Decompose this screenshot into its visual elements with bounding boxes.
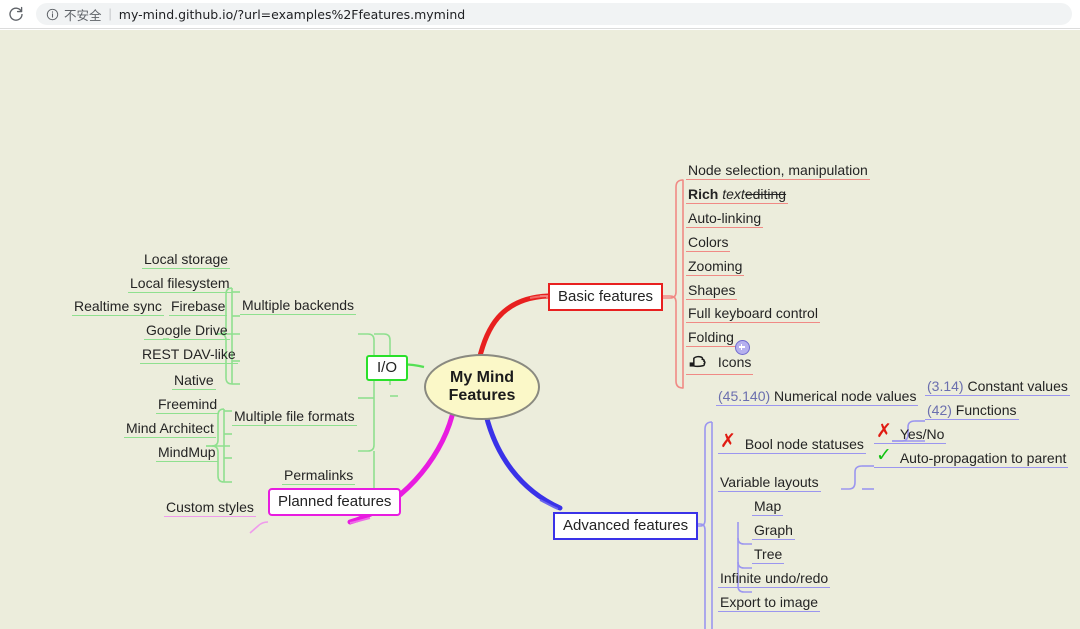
info-circle-icon[interactable]	[46, 8, 59, 21]
functions-value: (42)	[927, 402, 952, 418]
node-local-storage[interactable]: Local storage	[142, 252, 231, 269]
root-node[interactable]: My Mind Features	[424, 354, 540, 420]
node-tree[interactable]: Tree	[752, 547, 785, 564]
node-permalinks[interactable]: Permalinks	[282, 468, 356, 485]
node-multiple-file-formats[interactable]: Multiple file formats	[232, 409, 357, 426]
auto-propagation-label: Auto-propagation to parent	[899, 450, 1067, 466]
node-graph[interactable]: Graph	[752, 523, 795, 540]
node-map[interactable]: Map	[752, 499, 784, 516]
node-colors[interactable]: Colors	[686, 235, 731, 252]
rich-text-bold: Rich	[688, 186, 719, 202]
rich-text-italic: text	[722, 186, 745, 202]
node-realtime-sync[interactable]: Realtime sync	[72, 299, 164, 316]
rich-text-strike: editing	[744, 186, 787, 202]
node-rest-dav-like[interactable]: REST DAV-like	[140, 347, 238, 364]
yes-no-label: Yes/No	[899, 426, 945, 442]
node-variable-layouts[interactable]: Variable layouts	[718, 475, 821, 492]
node-folding[interactable]: Folding	[686, 330, 736, 347]
node-zooming[interactable]: Zooming	[686, 259, 745, 276]
node-advanced-features[interactable]: Advanced features	[553, 512, 699, 540]
collapse-expand-icon[interactable]	[735, 340, 750, 355]
node-custom-styles[interactable]: Custom styles	[164, 500, 256, 517]
node-auto-linking[interactable]: Auto-linking	[686, 211, 764, 228]
constant-values-label: Constant values	[967, 378, 1068, 394]
security-status-label: 不安全	[64, 7, 102, 23]
node-infinite-undo-redo[interactable]: Infinite undo/redo	[718, 571, 831, 588]
reload-button[interactable]	[2, 0, 30, 28]
node-yes-no[interactable]: ✗ Yes/No	[874, 422, 947, 444]
node-io[interactable]: I/O	[366, 355, 409, 381]
node-firebase[interactable]: Firebase	[169, 299, 228, 316]
node-rich-text-editing[interactable]: Rich textediting	[686, 186, 789, 204]
address-bar[interactable]: 不安全 | my-mind.github.io/?url=examples%2F…	[36, 3, 1072, 25]
numerical-node-values-label: Numerical node values	[774, 388, 917, 404]
node-mindmup[interactable]: MindMup	[156, 445, 218, 462]
check-mark-icon: ✓	[876, 444, 892, 466]
node-freemind[interactable]: Freemind	[156, 397, 220, 414]
browser-toolbar: 不安全 | my-mind.github.io/?url=examples%2F…	[0, 0, 1080, 29]
edge-planned-custom	[249, 521, 269, 534]
node-shapes[interactable]: Shapes	[686, 283, 738, 300]
node-google-drive[interactable]: Google Drive	[144, 323, 230, 340]
node-basic-features[interactable]: Basic features	[548, 283, 664, 311]
pointing-hand-icon	[688, 354, 708, 372]
root-node-line1: My Mind	[450, 368, 514, 386]
node-local-filesystem[interactable]: Local filesystem	[128, 276, 232, 293]
edge-root-advanced	[483, 412, 563, 511]
node-native[interactable]: Native	[172, 373, 216, 390]
node-icons[interactable]: Icons	[686, 353, 754, 375]
bool-node-statuses-label: Bool node statuses	[744, 436, 864, 452]
x-mark-icon: ✗	[720, 430, 736, 452]
numerical-node-value: (45.140)	[718, 388, 771, 404]
url-text[interactable]: my-mind.github.io/?url=examples%2Ffeatur…	[119, 7, 465, 22]
node-numerical-node-values[interactable]: (45.140) Numerical node values	[716, 388, 919, 406]
node-multiple-backends[interactable]: Multiple backends	[240, 298, 357, 315]
omnibox-separator: |	[108, 7, 112, 21]
node-functions[interactable]: (42) Functions	[925, 403, 1019, 420]
functions-label: Functions	[955, 402, 1017, 418]
node-full-keyboard-control[interactable]: Full keyboard control	[686, 306, 820, 323]
node-icons-label: Icons	[717, 353, 752, 370]
root-node-line2: Features	[448, 387, 516, 404]
node-bool-node-statuses[interactable]: ✗ Bool node statuses	[718, 432, 866, 454]
x-mark-icon: ✗	[876, 420, 892, 442]
node-planned-features[interactable]: Planned features	[268, 488, 402, 516]
mindmap-canvas[interactable]: My Mind Features Basic features Node sel…	[0, 30, 1080, 629]
node-node-selection-manipulation[interactable]: Node selection, manipulation	[686, 163, 870, 180]
constant-values-value: (3.14)	[927, 378, 964, 394]
node-auto-propagation-to-parent[interactable]: ✓ Auto-propagation to parent	[874, 446, 1069, 468]
edge-root-basic	[476, 293, 551, 363]
node-mind-architect[interactable]: Mind Architect	[124, 421, 216, 438]
node-constant-values[interactable]: (3.14) Constant values	[925, 379, 1070, 396]
reload-icon	[9, 6, 23, 21]
node-export-to-image[interactable]: Export to image	[718, 595, 821, 612]
